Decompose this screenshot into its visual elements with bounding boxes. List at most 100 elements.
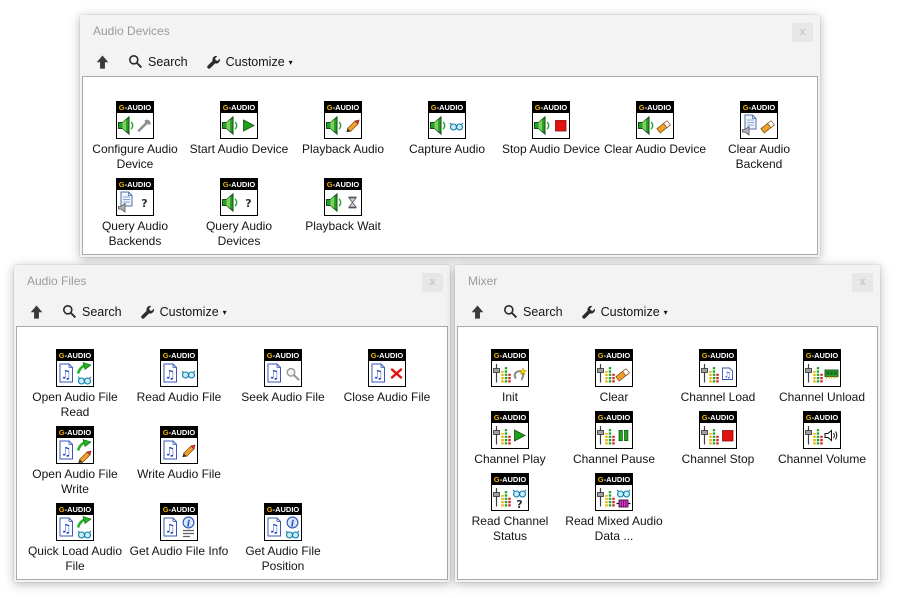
icon-glyph [596,361,632,386]
palette-item-init[interactable]: G-AUDIO Init [458,349,562,405]
palette-item-channel-load[interactable]: G-AUDIO ♫ Channel Load [666,349,770,405]
palette-item-label: Open Audio File Read [19,390,131,420]
icon-glyph [700,423,736,448]
svg-text:♫: ♫ [61,367,72,381]
window-title: Mixer [468,274,497,288]
palette-item-stop-audio-device[interactable]: G-AUDIO Stop Audio Device [499,101,603,172]
icon-header: G-AUDIO [596,350,632,361]
palette-item-channel-pause[interactable]: G-AUDIO Channel Pause [562,411,666,467]
search-label: Search [523,305,563,319]
vi-icon: G-AUDIO ? [116,178,154,216]
icon-header: G-AUDIO [596,412,632,423]
customize-label: Customize [226,55,285,69]
palette-item-capture-audio[interactable]: G-AUDIO Capture Audio [395,101,499,172]
palette-item-playback-audio[interactable]: G-AUDIO Playback Audio [291,101,395,172]
palette-item-write-audio-file[interactable]: G-AUDIO ♫ Write Audio File [127,426,231,497]
icon-header: G-AUDIO [369,350,405,361]
palette-item-label: Playback Wait [287,219,399,234]
palette-item-label: Channel Volume [766,452,878,467]
icon-glyph [492,361,528,386]
window-title: Audio Files [27,274,86,288]
search-button[interactable]: Search [496,302,570,321]
icon-glyph: ? [221,190,257,215]
search-button[interactable]: Search [121,52,195,71]
palette-window-audio-devices: Audio Devices x Search Customize▾ G-AUDI… [80,15,820,257]
palette-item-close-audio-file[interactable]: G-AUDIO ♫ Close Audio File [335,349,439,420]
palette-item-channel-volume[interactable]: G-AUDIO Channel Volume [770,411,874,467]
up-one-level-button[interactable] [463,302,492,322]
search-label: Search [148,55,188,69]
up-one-level-button[interactable] [88,52,117,72]
icon-glyph [533,113,569,138]
palette-item-open-audio-file-read[interactable]: G-AUDIO ♫ Open Audio File Read [23,349,127,420]
palette-item-channel-stop[interactable]: G-AUDIO Channel Stop [666,411,770,467]
palette-item-clear-audio-backend[interactable]: G-AUDIO Clear Audio Backend [707,101,811,172]
icon-header: G-AUDIO [492,350,528,361]
customize-label: Customize [601,305,660,319]
svg-text:♫: ♫ [165,367,176,381]
close-button[interactable]: x [422,273,443,292]
icon-glyph [325,113,361,138]
palette-item-configure-audio-device[interactable]: G-AUDIO Configure Audio Device [83,101,187,172]
palette-item-playback-wait[interactable]: G-AUDIO Playback Wait [291,178,395,249]
palette-row: G-AUDIO Channel Play G-AUDIO Channel Pau… [458,411,877,473]
icon-header: G-AUDIO [637,102,673,113]
palette-item-seek-audio-file[interactable]: G-AUDIO ♫ Seek Audio File [231,349,335,420]
palette-item-label: Channel Pause [558,452,670,467]
customize-button[interactable]: Customize▾ [133,302,234,321]
icon-header: G-AUDIO [804,350,840,361]
palette-item-open-audio-file-write[interactable]: G-AUDIO ♫ Open Audio File Write [23,426,127,497]
palette-item-read-mixed-audio-data[interactable]: G-AUDIO Read Mixed Audio Data ... [562,473,666,544]
up-arrow-icon [29,304,44,320]
icon-glyph: ? [117,190,153,215]
palette-item-channel-play[interactable]: G-AUDIO Channel Play [458,411,562,467]
palette-row: G-AUDIO ♫ Quick Load Audio File G-AUDIO … [23,503,447,580]
icon-glyph [492,423,528,448]
icon-glyph [804,423,840,448]
search-button[interactable]: Search [55,302,129,321]
vi-icon: G-AUDIO [803,411,841,449]
customize-button[interactable]: Customize▾ [574,302,675,321]
palette-item-read-audio-file[interactable]: G-AUDIO ♫ Read Audio File [127,349,231,420]
customize-button[interactable]: Customize▾ [199,52,300,71]
icon-glyph [596,485,632,510]
palette-item-channel-unload[interactable]: G-AUDIO Channel Unload [770,349,874,405]
vi-icon: G-AUDIO [595,473,633,511]
palette-item-start-audio-device[interactable]: G-AUDIO Start Audio Device [187,101,291,172]
window-titlebar[interactable]: Audio Devices x [80,15,820,47]
up-one-level-button[interactable] [22,302,51,322]
close-button[interactable]: x [852,273,873,292]
palette-item-clear[interactable]: G-AUDIO Clear [562,349,666,405]
palette-item-label: Clear Audio Backend [703,142,815,172]
palette-item-query-audio-devices[interactable]: G-AUDIO ? Query Audio Devices [187,178,291,249]
palette-item-label: Quick Load Audio File [19,544,131,574]
palette-item-read-channel-status[interactable]: G-AUDIO ? Read Channel Status [458,473,562,544]
svg-text:i: i [187,518,191,529]
vi-icon: G-AUDIO [595,411,633,449]
search-icon [503,304,518,319]
palette-item-label: Capture Audio [391,142,503,157]
icon-glyph [637,113,673,138]
svg-text:?: ? [245,197,251,210]
icon-glyph [117,113,153,138]
window-titlebar[interactable]: Audio Files x [14,265,450,297]
icon-header: G-AUDIO [57,427,93,438]
palette-item-label: Channel Stop [662,452,774,467]
palette-toolbar: Search Customize▾ [455,297,880,326]
palette-item-clear-audio-device[interactable]: G-AUDIO Clear Audio Device [603,101,707,172]
close-button[interactable]: x [792,23,813,42]
palette-item-query-audio-backends[interactable]: G-AUDIO ? Query Audio Backends [83,178,187,249]
icon-header: G-AUDIO [161,504,197,515]
palette-item-label: Read Channel Status [457,514,566,544]
vi-icon: G-AUDIO ♫ [368,349,406,387]
icon-header: G-AUDIO [265,350,301,361]
palette-item-get-audio-file-position[interactable]: G-AUDIO ♫i Get Audio File Position [231,503,335,574]
vi-icon: G-AUDIO ♫ [160,426,198,464]
window-titlebar[interactable]: Mixer x [455,265,880,297]
palette-item-quick-load-audio-file[interactable]: G-AUDIO ♫ Quick Load Audio File [23,503,127,574]
icon-header: G-AUDIO [533,102,569,113]
svg-text:♫: ♫ [165,444,176,458]
palette-row: G-AUDIO ? Read Channel Status G-AUDIO Re… [458,473,877,550]
palette-item-get-audio-file-info[interactable]: G-AUDIO ♫i Get Audio File Info [127,503,231,574]
search-icon [128,54,143,69]
